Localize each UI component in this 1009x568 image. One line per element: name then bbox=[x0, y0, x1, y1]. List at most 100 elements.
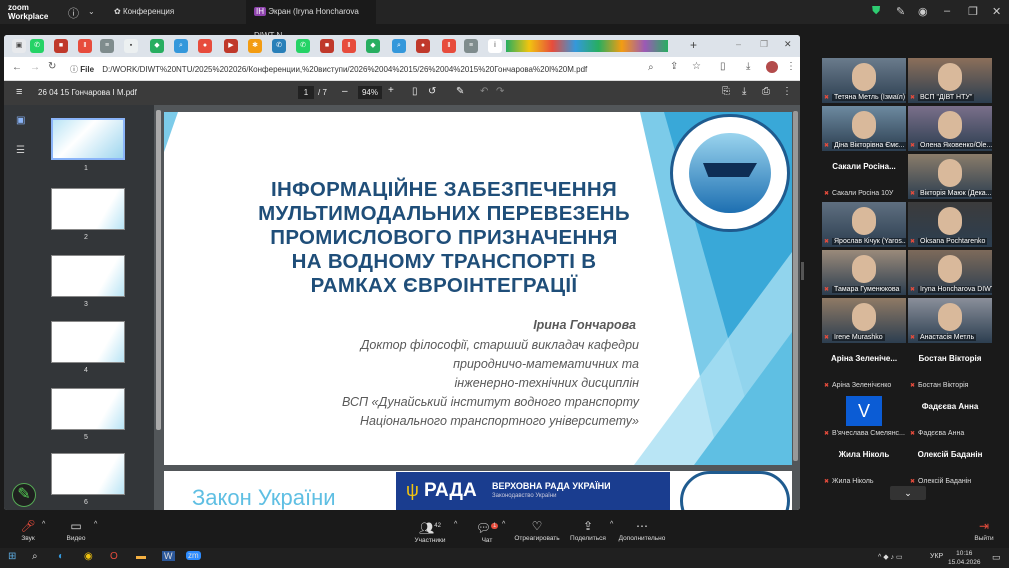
rotate-icon[interactable]: ↺ bbox=[428, 86, 436, 97]
new-tab-icon[interactable]: + bbox=[690, 38, 697, 52]
scrollbar[interactable] bbox=[156, 110, 161, 430]
thumbnail-page[interactable] bbox=[51, 255, 125, 297]
tray-icons[interactable]: ^ ◆ ♪ ▭ bbox=[878, 553, 903, 561]
whatsapp-icon[interactable]: ✆ bbox=[30, 39, 44, 53]
opera-icon[interactable]: O bbox=[110, 551, 118, 562]
participant-name-tile[interactable]: Жила Ніколь Жила Ніколь ✖ bbox=[822, 442, 906, 487]
menu-icon[interactable]: ⋮ bbox=[786, 61, 796, 72]
tab-screen-share[interactable]: IH Экран (Iryna Honcharova DIWT N bbox=[246, 0, 376, 40]
chevron-up-icon[interactable]: ^ bbox=[502, 521, 505, 528]
zoom-out-icon[interactable]: – bbox=[342, 86, 348, 97]
participant-video-tile[interactable]: Irene Murashko ✖ bbox=[822, 298, 906, 343]
leave-button[interactable]: ⇥ Выйти bbox=[970, 517, 998, 542]
participant-video-tile[interactable]: ВСП "ДІВТ НТУ" ✖ bbox=[908, 58, 992, 103]
tab-icon[interactable]: ▪ bbox=[124, 39, 138, 53]
restore-icon[interactable]: ❐ bbox=[760, 39, 768, 50]
tab-icon[interactable]: ⅰ bbox=[488, 39, 502, 53]
participant-name-tile[interactable]: Олексій Баданін Олексій Баданін ✖ bbox=[908, 442, 992, 487]
participant-name-tile[interactable]: Сакали Росіна... Сакали Росіна 10У ✖ bbox=[822, 154, 906, 199]
download-icon[interactable]: ⤓ bbox=[742, 86, 746, 97]
back-icon[interactable]: ← bbox=[12, 62, 22, 73]
language-indicator[interactable]: УКР bbox=[930, 553, 943, 560]
video-button[interactable]: ▭ Видео bbox=[62, 517, 90, 542]
thumbnail-page[interactable] bbox=[51, 388, 125, 430]
word-icon[interactable]: W bbox=[162, 551, 175, 561]
scrollbar[interactable] bbox=[793, 111, 798, 461]
page-input[interactable]: 1 bbox=[298, 86, 314, 99]
participant-name-tile[interactable]: Аріна Зеленіче... Аріна Зеленічєнко ✖ bbox=[822, 346, 906, 391]
maps-icon[interactable]: ◆ bbox=[366, 39, 380, 53]
more-button[interactable]: ⋯ Дополнительно bbox=[616, 517, 668, 542]
notification-icon[interactable]: ▭ bbox=[992, 552, 1001, 563]
reload-icon[interactable]: ↻ bbox=[48, 61, 56, 72]
zoom-in-icon[interactable]: + bbox=[388, 85, 394, 96]
eye-icon[interactable]: ◉ bbox=[918, 5, 928, 18]
draw-icon[interactable]: ✎ bbox=[12, 483, 36, 507]
tab-icon[interactable]: ✱ bbox=[248, 39, 262, 53]
thumbnail-page[interactable] bbox=[51, 188, 125, 230]
react-button[interactable]: ♡ Отреагировать bbox=[512, 517, 562, 542]
share-icon[interactable]: ⇪ bbox=[670, 61, 678, 72]
close-icon[interactable]: ✕ bbox=[784, 39, 792, 50]
thumbnail-page[interactable] bbox=[51, 118, 125, 160]
tab-icon[interactable]: Ⅱ bbox=[342, 39, 356, 53]
thumbnail-page[interactable] bbox=[51, 321, 125, 363]
chevron-up-icon[interactable]: ^ bbox=[610, 521, 613, 528]
pinned-tabs-strip[interactable] bbox=[506, 40, 668, 52]
more-icon[interactable]: ⋮ bbox=[782, 86, 792, 97]
participants-button[interactable]: 👥︎42 Участники bbox=[410, 517, 450, 544]
chevron-down-icon[interactable]: ⌄ bbox=[88, 7, 95, 16]
minimize-icon[interactable]: – bbox=[944, 5, 950, 17]
folder-icon[interactable]: ▬ bbox=[136, 551, 146, 562]
tab-icon[interactable]: ≡ bbox=[464, 39, 478, 53]
participant-video-tile[interactable]: Анастасія Метль ✖ bbox=[908, 298, 992, 343]
participant-video-tile[interactable]: Iryna Honcharova DIWT...✖ bbox=[908, 250, 992, 295]
restore-icon[interactable]: ❐ bbox=[968, 5, 978, 18]
edge-icon[interactable]: ◐ bbox=[58, 551, 64, 562]
url-field[interactable]: ⓘ File D:/WORK/DIWT%20NTU/2025%202026/Ко… bbox=[70, 62, 670, 77]
zoom-input[interactable]: 94% bbox=[358, 86, 382, 99]
tab-icon[interactable]: ▣ bbox=[12, 39, 26, 53]
participant-video-tile[interactable]: Вікторія Маюк (Дека... ✖ bbox=[908, 154, 992, 199]
tab-icon[interactable]: ✆ bbox=[272, 39, 286, 53]
thumbnails-icon[interactable]: ▣ bbox=[16, 115, 25, 126]
splitter-handle[interactable] bbox=[801, 262, 804, 280]
search-icon[interactable]: ⌕ bbox=[392, 39, 406, 53]
hamburger-icon[interactable]: ≡ bbox=[16, 86, 22, 98]
zoom-icon[interactable]: zm bbox=[186, 551, 201, 560]
chevron-up-icon[interactable]: ^ bbox=[42, 521, 45, 528]
tab-icon[interactable]: ≡ bbox=[100, 39, 114, 53]
minimize-icon[interactable]: – bbox=[736, 39, 741, 49]
undo-icon[interactable]: ↶ bbox=[480, 86, 488, 97]
windows-start-icon[interactable]: ⊞ bbox=[8, 551, 16, 562]
chat-button[interactable]: 💬︎ 1 Чат bbox=[474, 517, 500, 544]
youtube-icon[interactable]: ▶ bbox=[224, 39, 238, 53]
thumbnail-page[interactable] bbox=[51, 453, 125, 495]
annotate-icon[interactable]: ✎ bbox=[896, 5, 905, 18]
tab-icon[interactable]: ■ bbox=[54, 39, 68, 53]
forward-icon[interactable]: → bbox=[30, 62, 40, 73]
outline-icon[interactable]: ☰ bbox=[16, 145, 25, 156]
participant-video-tile[interactable]: Діна Вікторівна Ємє... ✖ bbox=[822, 106, 906, 151]
fit-page-icon[interactable]: ▯ bbox=[412, 86, 418, 97]
tab-icon[interactable]: ● bbox=[198, 39, 212, 53]
draw-icon[interactable]: ✎ bbox=[456, 86, 464, 97]
maps-icon[interactable]: ◆ bbox=[150, 39, 164, 53]
shield-icon[interactable]: ⛊ bbox=[872, 5, 880, 18]
participant-video-tile[interactable]: Ярослав Кічук (Yaros... ✖ bbox=[822, 202, 906, 247]
tab-icon[interactable]: Ⅱ bbox=[78, 39, 92, 53]
sidebar-icon[interactable]: ▯ bbox=[720, 61, 726, 72]
participant-name-tile[interactable]: Фадєєва Анна Фадєєва Анна ✖ bbox=[908, 394, 992, 439]
info-icon[interactable]: ⓘ bbox=[68, 5, 79, 21]
gallery-scroll-down-button[interactable]: ⌄ bbox=[890, 486, 926, 500]
participant-video-tile[interactable]: Олена Яковенко/Ole... ✖ bbox=[908, 106, 992, 151]
search-icon[interactable]: ⌕ bbox=[32, 551, 38, 562]
clock[interactable]: 10:16 15.04.2026 bbox=[948, 549, 981, 567]
search-icon[interactable]: ⌕ bbox=[174, 39, 188, 53]
participant-video-tile[interactable]: Oksana Pochtarenko ✖ bbox=[908, 202, 992, 247]
close-icon[interactable]: ✕ bbox=[992, 5, 1001, 18]
tab-icon[interactable]: ● bbox=[416, 39, 430, 53]
tab-icon[interactable]: ■ bbox=[320, 39, 334, 53]
print-icon[interactable]: ⎙ bbox=[762, 86, 770, 97]
whatsapp-icon[interactable]: ✆ bbox=[296, 39, 310, 53]
